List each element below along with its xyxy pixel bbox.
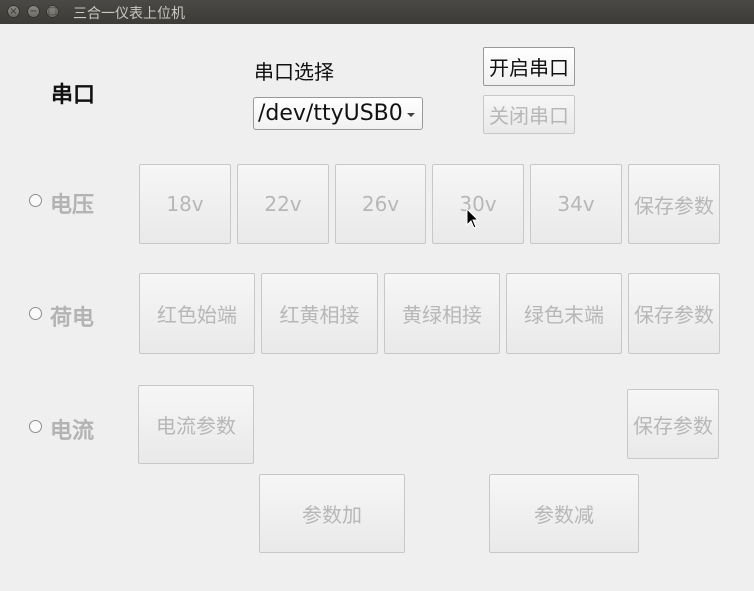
title-bar: × − □ 三合一仪表上位机 (0, 0, 754, 24)
mouse-cursor-icon (466, 208, 480, 229)
minimize-window-icon[interactable]: − (27, 5, 40, 18)
voltage-save-button[interactable]: 保存参数 (628, 164, 720, 244)
chevron-down-icon (407, 113, 415, 117)
charge-label: 荷电 (50, 306, 95, 331)
voltage-18v-button[interactable]: 18v (139, 164, 231, 244)
voltage-34v-button[interactable]: 34v (530, 164, 622, 244)
serial-select-label: 串口选择 (254, 60, 334, 84)
current-label: 电流 (50, 419, 95, 444)
param-increase-button[interactable]: 参数加 (259, 474, 405, 553)
current-save-button[interactable]: 保存参数 (627, 389, 719, 459)
current-radio[interactable] (29, 420, 42, 433)
charge-radio[interactable] (29, 307, 42, 320)
open-serial-button[interactable]: 开启串口 (483, 47, 575, 86)
voltage-radio[interactable] (29, 194, 42, 207)
charge-green-end-button[interactable]: 绿色末端 (506, 273, 622, 354)
close-serial-button[interactable]: 关闭串口 (483, 95, 575, 134)
current-param-button[interactable]: 电流参数 (138, 385, 254, 464)
charge-yellow-green-button[interactable]: 黄绿相接 (384, 273, 500, 354)
serial-section-label: 串口 (51, 83, 96, 108)
serial-port-combobox[interactable]: /dev/ttyUSB0 (253, 97, 423, 130)
maximize-window-icon[interactable]: □ (46, 5, 59, 18)
charge-red-start-button[interactable]: 红色始端 (139, 273, 255, 354)
voltage-26v-button[interactable]: 26v (335, 164, 426, 244)
charge-red-yellow-button[interactable]: 红黄相接 (261, 273, 378, 354)
voltage-label: 电压 (50, 193, 95, 218)
serial-port-value: /dev/ttyUSB0 (258, 101, 403, 126)
window-title: 三合一仪表上位机 (73, 6, 185, 22)
close-window-icon[interactable]: × (7, 5, 20, 18)
charge-save-button[interactable]: 保存参数 (628, 273, 720, 354)
param-decrease-button[interactable]: 参数减 (489, 474, 639, 553)
voltage-30v-button[interactable]: 30v (432, 164, 524, 244)
voltage-22v-button[interactable]: 22v (237, 164, 329, 244)
